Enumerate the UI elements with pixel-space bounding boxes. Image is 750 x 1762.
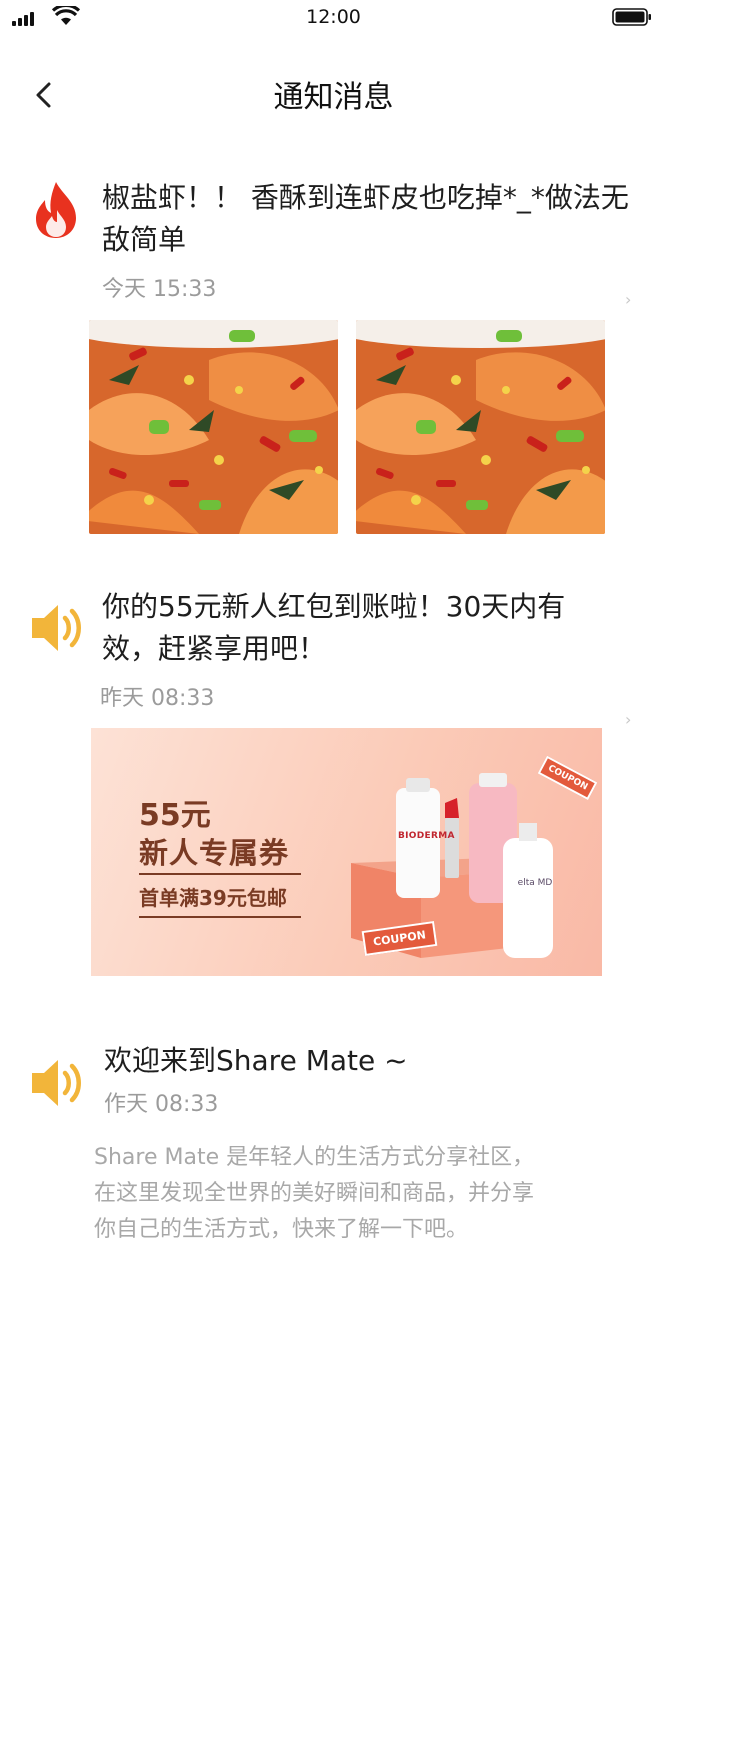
chevron-right-icon[interactable]: ›	[625, 290, 631, 309]
status-time: 12:00	[306, 6, 361, 28]
product-label-bioderma: BIODERMA	[398, 831, 455, 841]
banner-divider	[139, 873, 301, 875]
coupon-banner[interactable]: 55元 新人专属券 首单满39元包邮 BIODERMA elta MD COUP…	[91, 728, 602, 976]
food-photo-2[interactable]	[356, 320, 605, 534]
banner-divider	[139, 916, 301, 918]
notification-body: Share Mate 是年轻人的生活方式分享社区，在这里发现全世界的美好瞬间和商…	[94, 1145, 535, 1242]
notification-time: 今天 15:33	[102, 277, 217, 302]
page-title: 通知消息	[273, 80, 394, 115]
notification-title[interactable]: 你的55元新人红包到账啦！30天内有效，赶紧享用吧！	[102, 586, 612, 670]
product-label-eltamd: elta MD	[517, 878, 553, 888]
food-photo-1[interactable]	[89, 320, 338, 534]
notification-title[interactable]: 欢迎来到Share Mate ~	[104, 1040, 604, 1082]
speaker-icon	[32, 605, 81, 651]
notification-title[interactable]: 椒盐虾！！ 香酥到连虾皮也吃掉*_*做法无敌简单	[102, 177, 637, 261]
flame-icon	[36, 182, 76, 238]
coupon-subline: 首单满39元包邮	[139, 886, 287, 910]
battery-icon	[612, 8, 651, 26]
coupon-headline: 新人专属券	[139, 836, 290, 870]
notification-time: 昨天 08:33	[100, 686, 215, 711]
coupon-amount: 55元	[139, 798, 211, 833]
speaker-icon	[32, 1060, 81, 1106]
notification-time: 作天 08:33	[104, 1092, 219, 1117]
chevron-right-icon[interactable]: ›	[625, 710, 631, 729]
